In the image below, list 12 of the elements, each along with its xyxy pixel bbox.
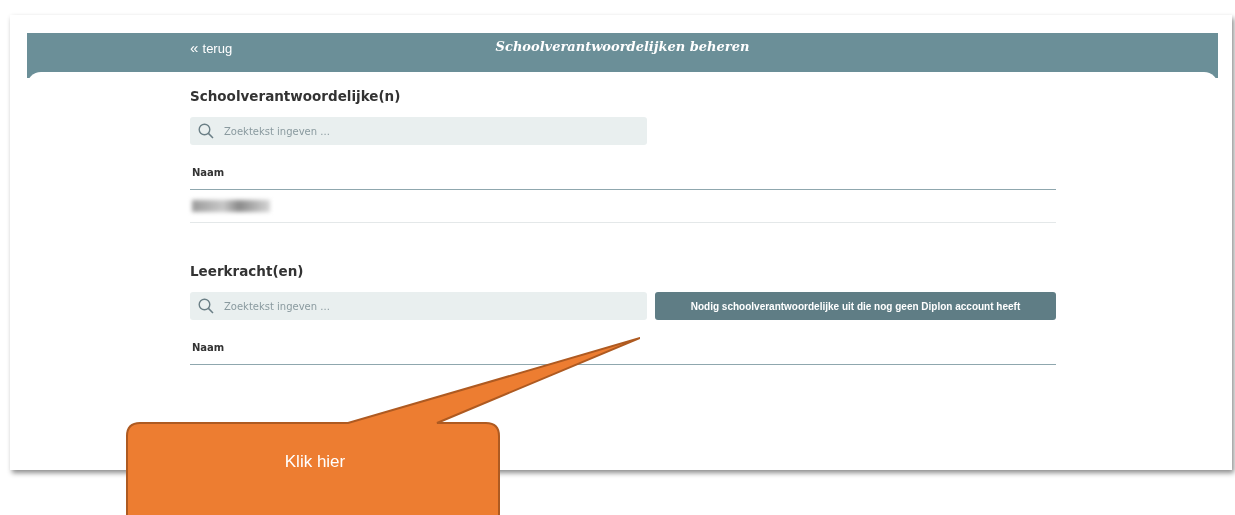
page-title: Schoolverantwoordelijken beheren: [495, 39, 750, 54]
section-heading: Schoolverantwoordelijke(n): [190, 88, 402, 106]
search-icon: [198, 298, 214, 314]
search-icon: [198, 123, 214, 139]
column-header: Naam: [192, 166, 225, 178]
back-link[interactable]: « terug: [190, 39, 233, 56]
search-field[interactable]: Zoektekst ingeven ...: [190, 292, 647, 320]
search-field[interactable]: Zoektekst ingeven ...: [190, 117, 647, 145]
column-header: Naam: [192, 341, 225, 353]
section-heading: Leerkracht(en): [190, 263, 305, 281]
invite-button[interactable]: Nodig schoolverantwoordelijke uit die nog geen Diplon account heeft: [655, 292, 1056, 320]
callout-text: Klik hier: [283, 452, 347, 472]
